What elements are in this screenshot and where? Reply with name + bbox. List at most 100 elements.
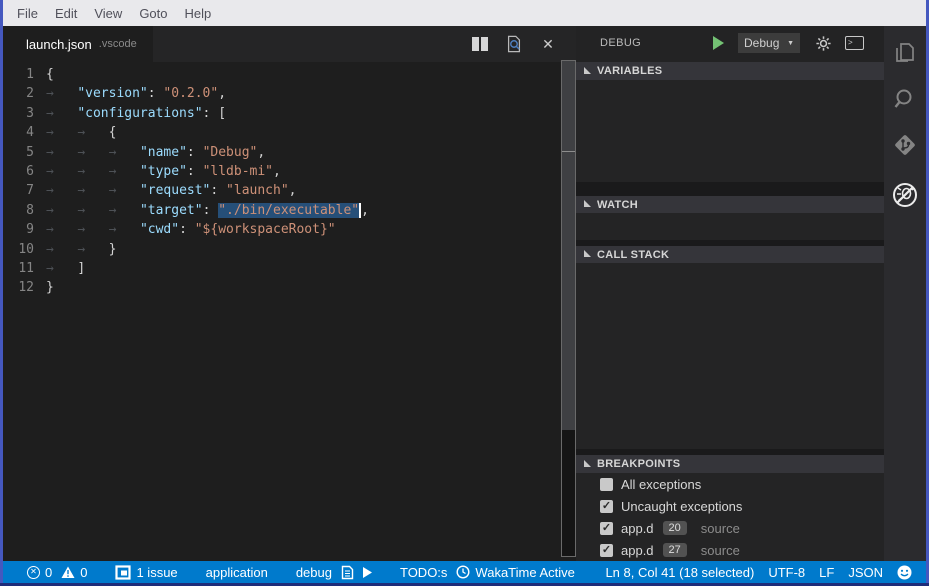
launch-config-dropdown[interactable]: Debug ▼ (738, 33, 800, 53)
cursor-position[interactable]: Ln 8, Col 41 (18 selected) (605, 565, 754, 580)
debug-no-bug-icon[interactable] (890, 180, 920, 210)
code-line[interactable]: 2→ "version": "0.2.0", (3, 84, 561, 103)
section-label: CALL STACK (597, 249, 669, 261)
code-line[interactable]: 3→ "configurations": [ (3, 104, 561, 123)
tab-launch-json[interactable]: launch.json .vscode (3, 26, 153, 62)
section-header-call-stack[interactable]: CALL STACK (576, 246, 884, 263)
code-editor[interactable]: 1{2→ "version": "0.2.0",3→ "configuratio… (3, 62, 561, 561)
code-token: → (109, 222, 140, 237)
code-token: → (77, 242, 108, 257)
code-line[interactable]: 9→ → → "cwd": "${workspaceRoot}" (3, 220, 561, 239)
issues-icon (115, 565, 131, 580)
debug-console-icon[interactable]: > (845, 36, 864, 50)
code-token: "lldb-mi" (203, 164, 273, 179)
code-token: : (148, 86, 164, 101)
preview-search-icon[interactable] (504, 34, 524, 54)
breakpoint-row[interactable]: ✓app.d27source (576, 539, 884, 561)
menu-file[interactable]: File (17, 6, 38, 21)
start-debug-button[interactable] (713, 36, 724, 50)
call-stack-body[interactable] (576, 263, 884, 449)
code-line[interactable]: 4→ → { (3, 123, 561, 142)
encoding-indicator[interactable]: UTF-8 (768, 565, 805, 580)
close-editor-icon[interactable]: ✕ (538, 34, 558, 54)
git-source-control-icon[interactable] (890, 130, 920, 160)
code-line[interactable]: 12} (3, 278, 561, 297)
code-line[interactable]: 7→ → → "request": "launch", (3, 181, 561, 200)
menu-view[interactable]: View (94, 6, 122, 21)
configure-gear-icon[interactable] (815, 35, 832, 52)
encoding-label: UTF-8 (768, 565, 805, 580)
window-border-left (0, 0, 3, 586)
code-token: → (46, 242, 77, 257)
line-number: 12 (3, 278, 46, 297)
menu-edit[interactable]: Edit (55, 6, 77, 21)
code-token: → (77, 125, 108, 140)
scrollbar-thumb-top[interactable] (562, 61, 575, 152)
code-token: → (109, 203, 140, 218)
run-play-icon[interactable] (363, 567, 372, 578)
document-icon[interactable] (341, 565, 354, 580)
code-line[interactable]: 1{ (3, 65, 561, 84)
feedback-smiley-icon[interactable] (897, 565, 912, 580)
breakpoint-row[interactable]: ✓Uncaught exceptions (576, 495, 884, 517)
status-debug[interactable]: debug (296, 565, 332, 580)
code-token: → (77, 183, 108, 198)
breakpoint-label: All exceptions (621, 477, 701, 492)
line-number: 1 (3, 65, 46, 84)
collapse-triangle-icon (584, 460, 591, 467)
code-line[interactable]: 8→ → → "target": "./bin/executable", (3, 201, 561, 220)
code-token: → (109, 164, 140, 179)
watch-body[interactable] (576, 213, 884, 240)
issues-indicator[interactable]: 1 issue (115, 565, 177, 580)
menu-goto[interactable]: Goto (139, 6, 167, 21)
code-line[interactable]: 5→ → → "name": "Debug", (3, 143, 561, 162)
code-token: → (46, 106, 77, 121)
section-header-variables[interactable]: VARIABLES (576, 62, 884, 80)
error-count[interactable]: ✕ 0 (27, 565, 52, 580)
tab-folder-detail: .vscode (99, 38, 137, 50)
split-editor-icon[interactable] (470, 34, 490, 54)
code-token: , (289, 183, 297, 198)
menu-bar: File Edit View Goto Help (3, 0, 926, 26)
breakpoint-source: source (701, 543, 740, 558)
status-right: Ln 8, Col 41 (18 selected) UTF-8 LF JSON (605, 565, 926, 580)
code-token: "0.2.0" (163, 86, 218, 101)
code-token: "${workspaceRoot}" (195, 222, 336, 237)
code-token: : (187, 145, 203, 160)
debug-panel: DEBUG Debug ▼ > VARIABLES (576, 26, 884, 561)
checkbox-unchecked[interactable] (600, 478, 613, 491)
menu-help[interactable]: Help (185, 6, 212, 21)
search-icon[interactable] (890, 84, 920, 114)
breakpoint-row[interactable]: ✓app.d20source (576, 517, 884, 539)
code-token: → (77, 203, 108, 218)
checkbox-checked[interactable]: ✓ (600, 544, 613, 557)
code-line[interactable]: 6→ → → "type": "lldb-mi", (3, 162, 561, 181)
checkbox-checked[interactable]: ✓ (600, 500, 613, 513)
scrollbar-thumb-bottom[interactable] (562, 152, 575, 430)
explorer-files-icon[interactable] (890, 38, 920, 68)
status-todos[interactable]: TODO:s (400, 565, 447, 580)
section-header-watch[interactable]: WATCH (576, 196, 884, 213)
warning-count[interactable]: 0 (61, 565, 87, 580)
status-wakatime[interactable]: WakaTime Active (456, 565, 574, 580)
eol-indicator[interactable]: LF (819, 565, 834, 580)
code-token: , (257, 145, 265, 160)
code-token: → (46, 125, 77, 140)
code-token: → (77, 145, 108, 160)
editor-scrollbar[interactable] (561, 60, 576, 557)
code-line[interactable]: 11→ ] (3, 259, 561, 278)
checkbox-checked[interactable]: ✓ (600, 522, 613, 535)
tab-title: launch.json (26, 37, 92, 52)
code-token: → (46, 261, 77, 276)
line-number: 2 (3, 84, 46, 103)
code-token: "Debug" (203, 145, 258, 160)
code-token: → (46, 145, 77, 160)
activity-bar (884, 26, 926, 561)
language-mode[interactable]: JSON (848, 565, 883, 580)
code-line[interactable]: 10→ → } (3, 240, 561, 259)
breakpoint-row[interactable]: All exceptions (576, 473, 884, 495)
status-application[interactable]: application (206, 565, 268, 580)
section-header-breakpoints[interactable]: BREAKPOINTS (576, 455, 884, 473)
chevron-down-icon: ▼ (787, 40, 794, 47)
variables-body[interactable] (576, 80, 884, 182)
